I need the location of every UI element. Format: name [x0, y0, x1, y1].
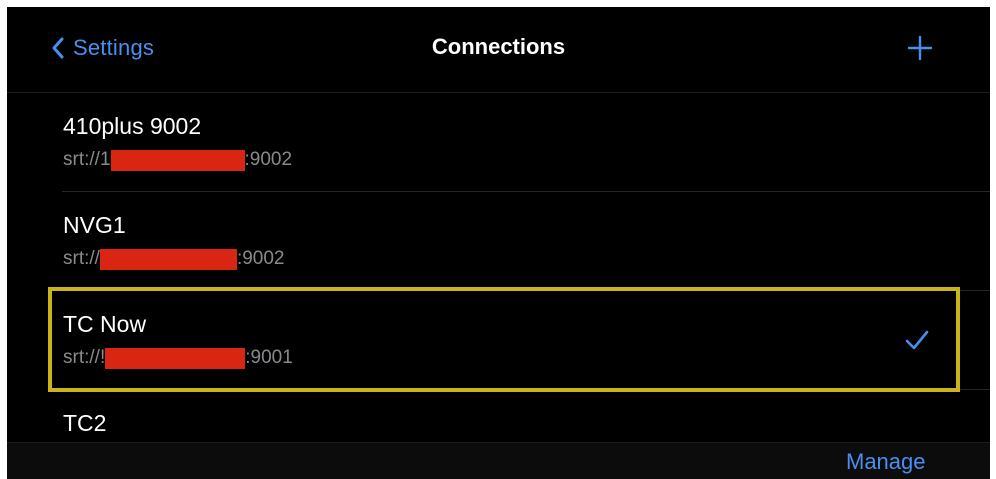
connection-row[interactable]: NVG1 srt:// :9002 — [7, 192, 990, 291]
connection-row-selected[interactable]: TC Now srt://! :9001 — [7, 291, 990, 390]
connection-name: TC Now — [63, 311, 147, 337]
connection-url: srt://1 :9002 — [63, 149, 292, 171]
screen: Settings Connections 410plus 9002 srt://… — [7, 7, 990, 479]
navigation-bar: Settings Connections — [7, 7, 990, 93]
redaction-bar — [105, 347, 246, 369]
connection-row[interactable]: 410plus 9002 srt://1 :9002 — [7, 93, 990, 192]
connection-url: srt://! :9001 — [63, 347, 293, 369]
connection-url-suffix: :9001 — [245, 347, 293, 368]
connection-url-prefix: srt://! — [63, 347, 106, 368]
page-title: Connections — [431, 34, 566, 59]
connection-url-prefix: srt:// — [63, 248, 100, 269]
connection-url-suffix: :9002 — [236, 248, 285, 269]
connection-name: NVG1 — [63, 212, 126, 238]
add-connection-button[interactable] — [907, 35, 933, 61]
connection-name: 410plus 9002 — [63, 113, 202, 139]
connection-url-prefix: srt://1 — [63, 149, 111, 170]
connection-name: TC2 — [63, 410, 107, 436]
manage-button[interactable]: Manage — [846, 449, 926, 475]
bottom-toolbar: Manage — [7, 442, 990, 479]
connection-url: srt:// :9002 — [63, 248, 285, 270]
connection-url-suffix: :9002 — [244, 149, 293, 170]
redaction-bar — [99, 248, 237, 270]
redaction-bar — [110, 149, 245, 171]
plus-icon — [907, 35, 933, 61]
checkmark-icon — [904, 329, 930, 351]
